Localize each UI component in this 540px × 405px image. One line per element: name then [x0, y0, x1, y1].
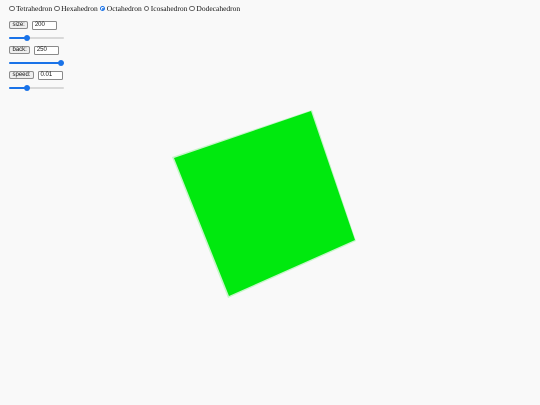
polyhedron-canvas[interactable]	[0, 0, 540, 405]
polyhedron-face	[174, 111, 355, 296]
